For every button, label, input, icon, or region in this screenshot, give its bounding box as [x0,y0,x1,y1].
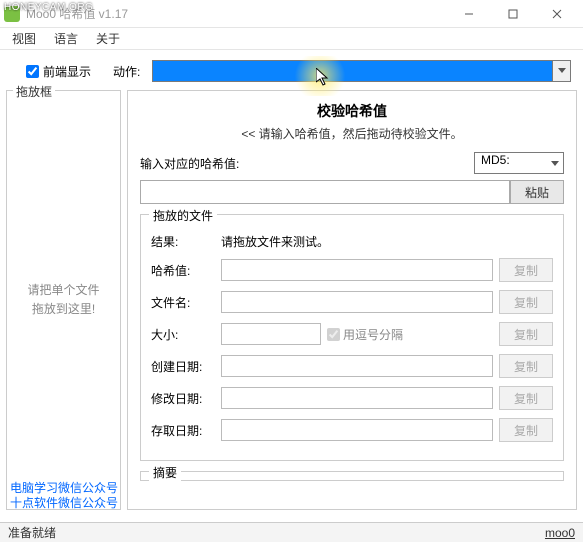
hash-input[interactable] [140,180,510,204]
copy-hash-button[interactable]: 复制 [499,258,553,282]
copy-access-date-button[interactable]: 复制 [499,418,553,442]
action-dropdown[interactable] [152,60,571,82]
hash-input-label: 输入对应的哈希值: [140,155,250,172]
algorithm-value: MD5: [481,153,510,167]
create-date-field[interactable] [221,355,493,377]
comma-separator-checkbox[interactable]: 用逗号分隔 [327,326,403,343]
dropped-file-fieldset: 拖放的文件 结果: 请拖放文件来测试。 哈希值: 复制 文件名: 复制 大小: [140,214,564,461]
maximize-button[interactable] [491,0,535,28]
copy-filename-button[interactable]: 复制 [499,290,553,314]
result-value: 请拖放文件来测试。 [221,233,329,250]
close-button[interactable] [535,0,579,28]
watermark-honeycam: HONEYCAM.ORG [4,2,93,13]
statusbar: 准备就绪 moo0 [0,522,583,542]
minimize-button[interactable] [447,0,491,28]
filename-field[interactable] [221,291,493,313]
status-link[interactable]: moo0 [545,526,575,540]
size-field[interactable] [221,323,321,345]
paste-button[interactable]: 粘贴 [510,180,564,204]
modify-date-label: 修改日期: [151,390,215,407]
drop-zone[interactable]: 请把单个文件 拖放到这里! [7,91,120,509]
drop-zone-hint: 请把单个文件 拖放到这里! [27,281,99,319]
status-text: 准备就绪 [8,524,545,541]
watermark-bottom: 电脑学习微信公众号 十点软件微信公众号 [10,481,118,512]
front-display-checkbox[interactable]: 前端显示 [26,63,91,80]
menubar: 视图 语言 关于 [0,28,583,50]
hash-value-label: 哈希值: [151,262,215,279]
comma-separator-input[interactable] [327,328,340,341]
menu-view[interactable]: 视图 [6,28,42,49]
action-label: 动作: [113,63,140,80]
fieldset-title: 拖放的文件 [149,207,217,224]
algorithm-dropdown[interactable]: MD5: [474,152,564,174]
front-display-label: 前端显示 [43,63,91,80]
modify-date-field[interactable] [221,387,493,409]
drop-zone-panel: 拖放框 请把单个文件 拖放到这里! [6,90,121,510]
menu-language[interactable]: 语言 [48,28,84,49]
summary-title: 摘要 [149,464,181,481]
drop-zone-title: 拖放框 [13,83,55,100]
filename-label: 文件名: [151,294,215,311]
comma-separator-label: 用逗号分隔 [343,326,403,343]
menu-about[interactable]: 关于 [90,28,126,49]
create-date-label: 创建日期: [151,358,215,375]
section-hint: << 请输入哈希值，然后拖动待校验文件。 [140,125,564,142]
result-label: 结果: [151,233,215,250]
size-label: 大小: [151,326,215,343]
copy-modify-date-button[interactable]: 复制 [499,386,553,410]
chevron-down-icon [551,156,559,170]
chevron-down-icon [552,61,570,81]
front-display-input[interactable] [26,65,39,78]
access-date-label: 存取日期: [151,422,215,439]
main-panel: 校验哈希值 << 请输入哈希值，然后拖动待校验文件。 输入对应的哈希值: MD5… [127,90,577,510]
section-title: 校验哈希值 [140,101,564,121]
hash-value-field[interactable] [221,259,493,281]
copy-create-date-button[interactable]: 复制 [499,354,553,378]
copy-size-button[interactable]: 复制 [499,322,553,346]
access-date-field[interactable] [221,419,493,441]
